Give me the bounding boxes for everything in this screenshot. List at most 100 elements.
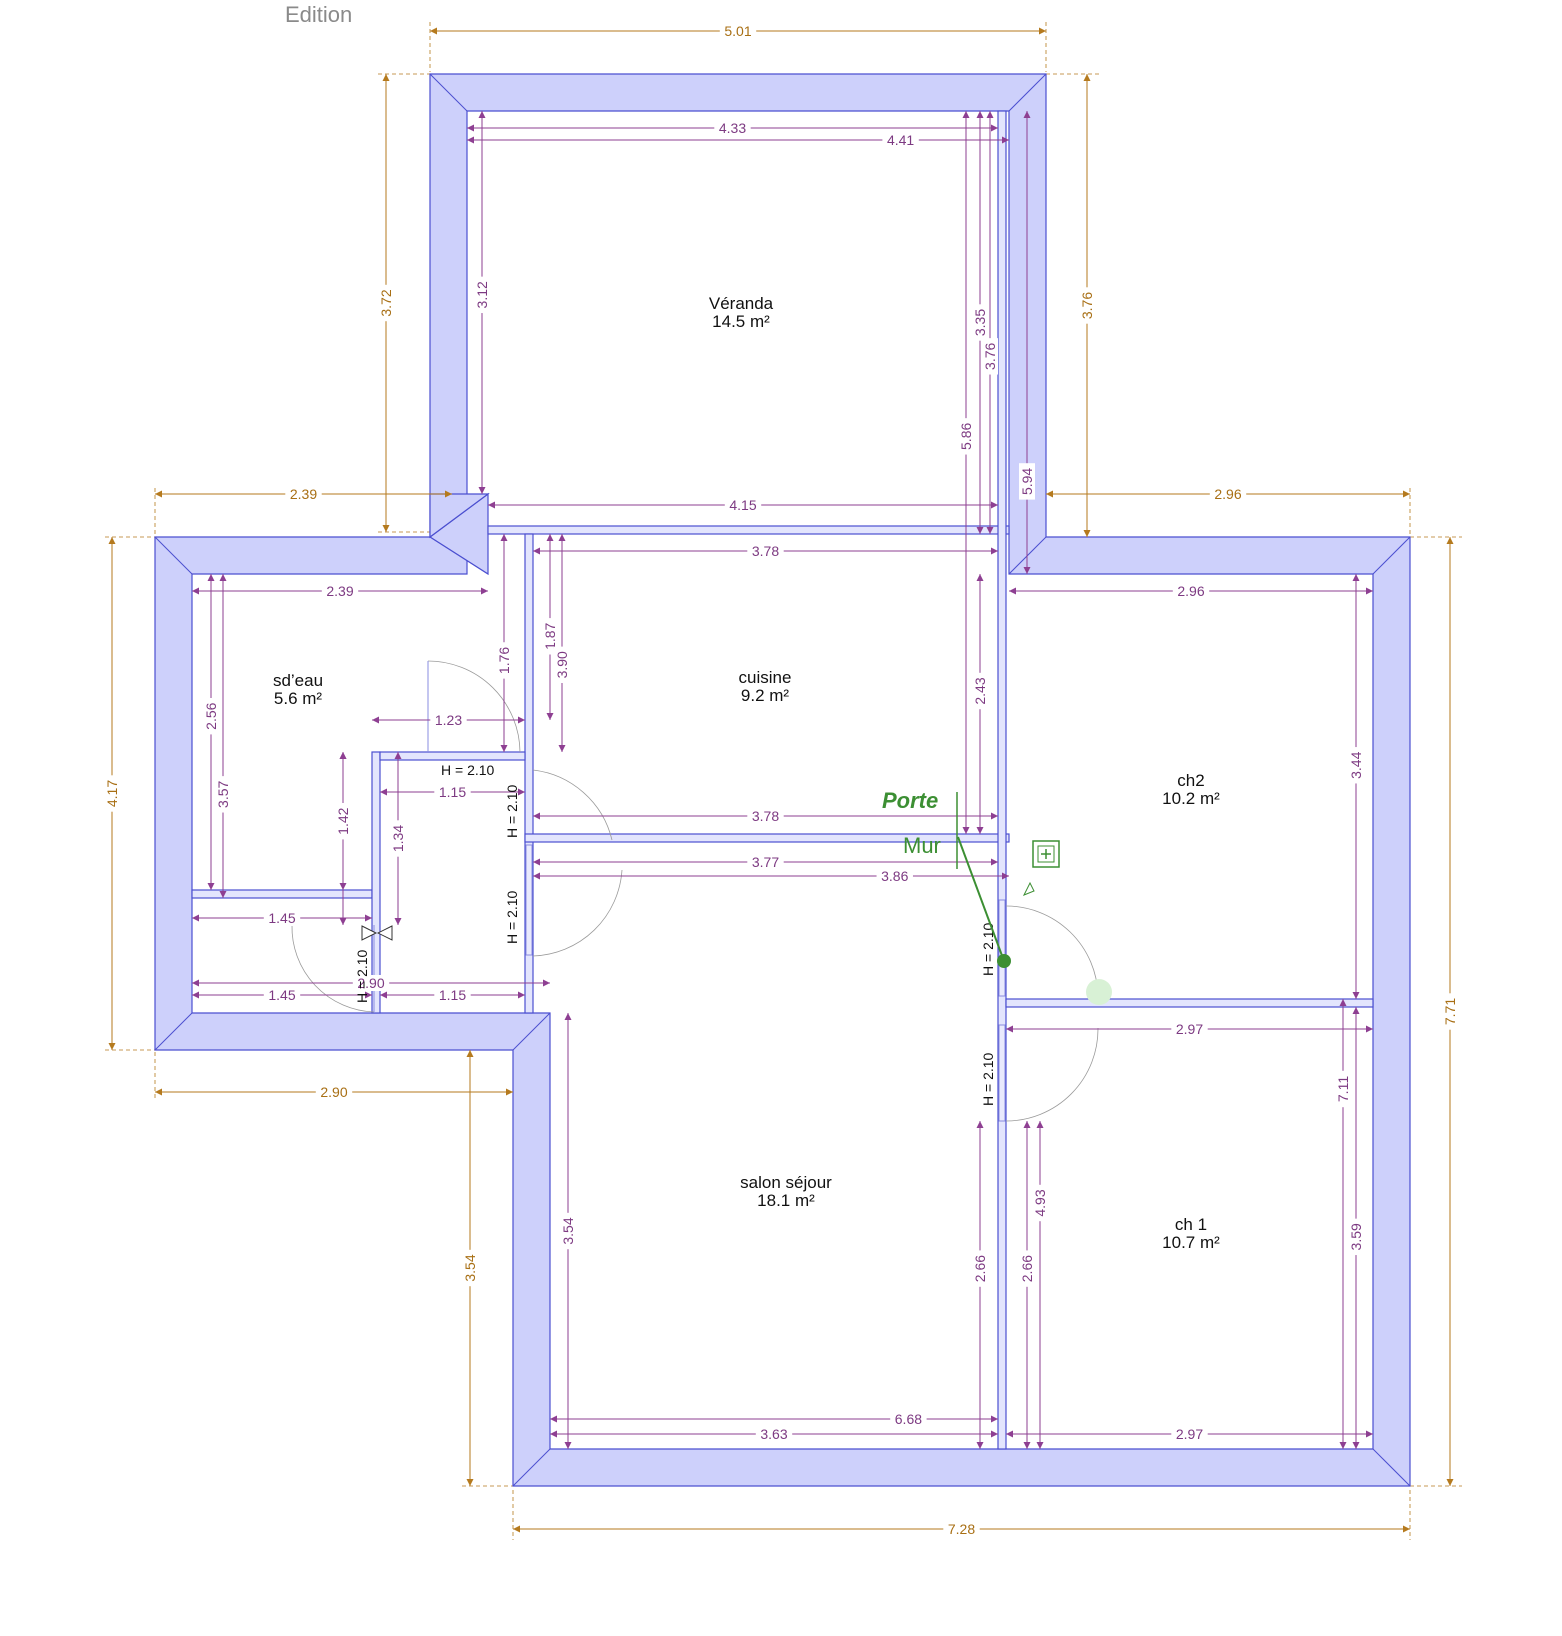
inner-dimension: 2.96 (1009, 583, 1373, 599)
inner-dimension: 2.56 (203, 574, 219, 890)
outer-dimension: 2.39 (155, 486, 452, 502)
outer-dimension: 3.54 (462, 1050, 478, 1486)
room-name: salon séjour (740, 1173, 832, 1192)
svg-text:3.57: 3.57 (215, 780, 231, 807)
extension-lines (105, 22, 1462, 1540)
room-area: 14.5 m² (712, 312, 770, 331)
inner-dimension: 1.34 (390, 752, 406, 925)
svg-text:3.72: 3.72 (378, 289, 394, 316)
svg-text:2.39: 2.39 (326, 583, 353, 599)
room-label-ch1: ch 1 10.7 m² (1162, 1215, 1220, 1252)
svg-text:7.11: 7.11 (1335, 1076, 1351, 1102)
inner-dimension: 3.44 (1348, 574, 1364, 999)
inner-dimension: 2.66 (1019, 1121, 1035, 1449)
svg-text:3.76: 3.76 (1079, 292, 1095, 319)
inner-dimension: 2.97 (1006, 1426, 1373, 1442)
inner-dimension: 3.63 (550, 1426, 998, 1442)
svg-text:5.94: 5.94 (1019, 468, 1035, 495)
svg-text:1.15: 1.15 (439, 784, 466, 800)
room-name: sd’eau (273, 671, 323, 690)
inner-dimension: 6.68 (550, 1411, 998, 1427)
callout-door[interactable]: Porte (882, 788, 938, 813)
outer-dimension: 5.01 (430, 23, 1046, 39)
svg-text:2.96: 2.96 (1214, 486, 1241, 502)
svg-text:4.93: 4.93 (1032, 1189, 1048, 1216)
room-label-sdeau: sd’eau 5.6 m² (273, 671, 323, 708)
svg-text:1.42: 1.42 (335, 807, 351, 834)
inner-dimension: 2.39 (192, 583, 488, 599)
svg-text:1.23: 1.23 (435, 712, 462, 728)
svg-text:1.34: 1.34 (390, 825, 406, 852)
inner-dimension: 1.76 (496, 534, 512, 752)
inner-dimension: 2.97 (1006, 1021, 1373, 1037)
svg-text:2.66: 2.66 (1019, 1255, 1035, 1282)
room-name: ch 1 (1175, 1215, 1207, 1234)
svg-text:3.76: 3.76 (982, 343, 998, 370)
svg-text:1.87: 1.87 (542, 622, 558, 649)
outer-dimension: 2.96 (1046, 486, 1410, 502)
selection-overlay[interactable]: Porte Mur (882, 788, 1112, 1005)
svg-text:3.54: 3.54 (462, 1254, 478, 1281)
inner-dimension: 1.15 (380, 987, 525, 1003)
svg-text:4.33: 4.33 (719, 120, 746, 136)
door-ch2[interactable] (998, 899, 1099, 997)
room-label-ch2: ch2 10.2 m² (1162, 771, 1220, 808)
door-height-labels: H = 2.10 H = 2.10 H = 2.10 H = 2.10 H = … (354, 762, 996, 1106)
svg-text:2.97: 2.97 (1176, 1021, 1203, 1037)
svg-text:1.76: 1.76 (496, 647, 512, 674)
door-ch1[interactable] (998, 1024, 1099, 1122)
callout-wall[interactable]: Mur (903, 833, 941, 858)
selection-handle-icon[interactable] (1086, 979, 1112, 1005)
svg-text:3.78: 3.78 (752, 808, 779, 824)
inner-dimension: 4.15 (488, 497, 998, 513)
room-label-veranda: Véranda 14.5 m² (709, 294, 774, 331)
svg-text:5.86: 5.86 (958, 423, 974, 450)
svg-text:2.97: 2.97 (1176, 1426, 1203, 1442)
inner-dimension: 1.45 (192, 987, 372, 1003)
selected-node[interactable] (997, 954, 1011, 968)
svg-text:4.15: 4.15 (729, 497, 756, 513)
inner-dimension: 1.42 (335, 752, 351, 925)
inner-dimension: 1.45 (192, 910, 372, 926)
svg-text:4.17: 4.17 (104, 780, 120, 807)
svg-text:3.54: 3.54 (560, 1217, 576, 1244)
svg-text:3.78: 3.78 (752, 543, 779, 559)
svg-text:4.41: 4.41 (887, 132, 914, 148)
outer-dimension: 2.90 (155, 1084, 513, 1100)
svg-text:3.59: 3.59 (1348, 1223, 1364, 1250)
svg-text:2.66: 2.66 (972, 1255, 988, 1282)
svg-text:2.90: 2.90 (320, 1084, 347, 1100)
svg-text:7.28: 7.28 (948, 1521, 975, 1537)
door-height-label: H = 2.10 (504, 784, 520, 838)
inner-dimension: 5.86 (958, 111, 974, 834)
svg-text:3.63: 3.63 (760, 1426, 787, 1442)
svg-text:2.96: 2.96 (1177, 583, 1204, 599)
door-height-label: H = 2.10 (980, 1052, 996, 1106)
svg-text:3.44: 3.44 (1348, 751, 1364, 778)
room-area: 10.2 m² (1162, 789, 1220, 808)
door-height-label: H = 2.10 (441, 762, 495, 778)
room-area: 5.6 m² (274, 689, 323, 708)
outer-dimension: 7.71 (1442, 537, 1458, 1486)
svg-text:1.45: 1.45 (268, 910, 295, 926)
svg-text:7.71: 7.71 (1442, 998, 1458, 1025)
inner-dimension: 3.54 (560, 1013, 576, 1449)
outer-dimension: 4.17 (104, 537, 120, 1050)
outer-dimension: 3.72 (378, 74, 394, 532)
inner-dimension: 3.12 (474, 111, 490, 494)
room-labels: Véranda 14.5 m² cuisine 9.2 m² sd’eau 5.… (273, 294, 1220, 1252)
door-height-label: H = 2.10 (504, 890, 520, 944)
dimension-lines: 5.01 3.72 3.76 2.39 2.96 4.17 7.71 2.90 3.54 7.28… (104, 23, 1458, 1537)
floor-plan[interactable]: 5.01 3.72 3.76 2.39 2.96 4.17 7.71 2.90 3.54 7.28… (0, 0, 1562, 1636)
add-node-icon[interactable] (1022, 840, 1060, 896)
room-name: ch2 (1177, 771, 1204, 790)
inner-dimension: 3.35 (972, 111, 988, 534)
svg-text:1.15: 1.15 (439, 987, 466, 1003)
svg-text:3.12: 3.12 (474, 281, 490, 308)
svg-text:2.56: 2.56 (203, 702, 219, 729)
door-salon-top[interactable] (525, 769, 623, 957)
svg-text:3.86: 3.86 (881, 868, 908, 884)
room-area: 10.7 m² (1162, 1233, 1220, 1252)
inner-dimension: 1.23 (372, 712, 525, 728)
room-label-cuisine: cuisine 9.2 m² (739, 668, 792, 705)
